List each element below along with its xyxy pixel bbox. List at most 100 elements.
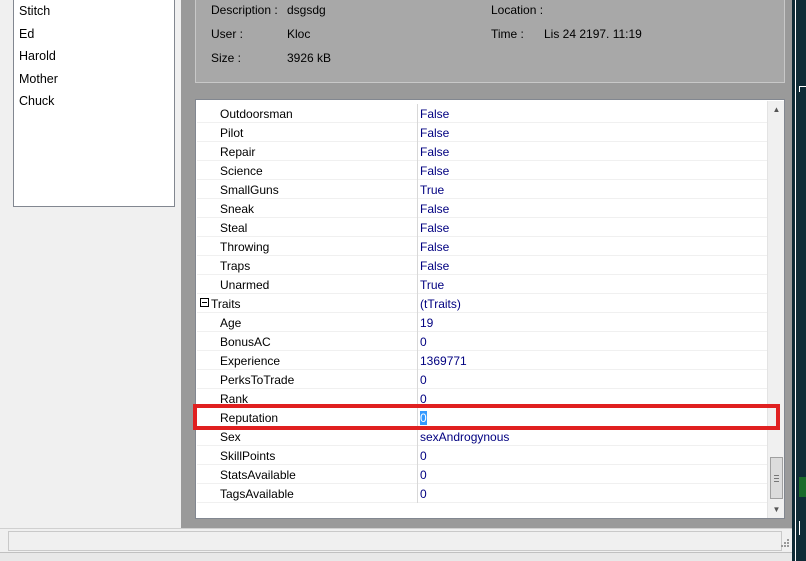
- property-value-text: False: [420, 221, 450, 235]
- property-row[interactable]: SkillPoints 0: [197, 446, 767, 465]
- property-value[interactable]: True: [420, 183, 444, 197]
- property-row[interactable]: Age 19: [197, 313, 767, 332]
- column-separator[interactable]: [417, 237, 418, 256]
- property-row[interactable]: StatsAvailable 0: [197, 465, 767, 484]
- property-value[interactable]: 0: [420, 335, 427, 349]
- property-value[interactable]: False: [420, 240, 449, 254]
- property-row[interactable]: Experience 1369771: [197, 351, 767, 370]
- property-value-text: 0: [420, 335, 427, 349]
- column-separator[interactable]: [417, 351, 418, 370]
- list-item[interactable]: Harold: [14, 45, 174, 68]
- property-name: Pilot: [220, 126, 244, 140]
- column-separator[interactable]: [417, 142, 418, 161]
- property-row[interactable]: Steal False: [197, 218, 767, 237]
- property-row[interactable]: Outdoorsman False: [197, 104, 767, 123]
- column-separator[interactable]: [417, 408, 418, 427]
- property-row[interactable]: PerksToTrade 0: [197, 370, 767, 389]
- property-row[interactable]: Pilot False: [197, 123, 767, 142]
- column-separator[interactable]: [417, 484, 418, 503]
- property-name: Reputation: [220, 411, 279, 425]
- scroll-thumb[interactable]: [770, 457, 783, 499]
- property-name: Steal: [220, 221, 248, 235]
- column-separator[interactable]: [417, 370, 418, 389]
- property-row[interactable]: Repair False: [197, 142, 767, 161]
- property-name: Unarmed: [220, 278, 270, 292]
- save-info-panel: Description : dsgsdg User : Kloc Size : …: [195, 0, 785, 83]
- scroll-down-icon[interactable]: ▼: [768, 501, 785, 518]
- property-row[interactable]: Throwing False: [197, 237, 767, 256]
- column-separator[interactable]: [417, 275, 418, 294]
- property-value[interactable]: False: [420, 221, 449, 235]
- property-value[interactable]: 0: [420, 373, 427, 387]
- property-row[interactable]: Sex sexAndrogynous: [197, 427, 767, 446]
- column-separator[interactable]: [417, 199, 418, 218]
- list-item[interactable]: Chuck: [14, 90, 174, 113]
- property-row[interactable]: TagsAvailable 0: [197, 484, 767, 503]
- column-separator[interactable]: [417, 465, 418, 484]
- property-value[interactable]: False: [420, 259, 449, 273]
- vertical-scrollbar[interactable]: ▲ ▼: [767, 101, 784, 518]
- column-separator[interactable]: [417, 389, 418, 408]
- property-value[interactable]: False: [420, 164, 449, 178]
- property-value[interactable]: True: [420, 278, 444, 292]
- property-value-text: False: [420, 164, 450, 178]
- list-item[interactable]: Mother: [14, 68, 174, 91]
- property-value[interactable]: 0: [420, 487, 427, 501]
- column-separator[interactable]: [417, 446, 418, 465]
- property-row[interactable]: Science False: [197, 161, 767, 180]
- property-row[interactable]: Rank 0: [197, 389, 767, 408]
- property-row[interactable]: Traps False: [197, 256, 767, 275]
- property-row[interactable]: Reputation 0: [197, 408, 767, 427]
- property-value-text: 0: [420, 487, 427, 501]
- column-separator[interactable]: [417, 218, 418, 237]
- saves-list[interactable]: Stitch Ed Harold Mother Chuck: [13, 0, 175, 207]
- property-value[interactable]: 0: [420, 411, 427, 425]
- property-value-text: 0: [420, 392, 427, 406]
- edge-mark: [799, 86, 806, 92]
- edge-divider: [795, 0, 796, 561]
- property-row[interactable]: Unarmed True: [197, 275, 767, 294]
- edge-mark: [799, 477, 806, 497]
- property-value[interactable]: 0: [420, 392, 427, 406]
- property-value[interactable]: (tTraits): [420, 297, 461, 311]
- property-value[interactable]: 1369771: [420, 354, 467, 368]
- grip-line: [774, 481, 779, 482]
- location-label: Location :: [491, 3, 544, 17]
- property-name: Age: [220, 316, 242, 330]
- resize-grip-icon[interactable]: [778, 538, 790, 550]
- property-value[interactable]: 0: [420, 449, 427, 463]
- column-separator[interactable]: [417, 313, 418, 332]
- column-separator[interactable]: [417, 104, 418, 123]
- property-name: Throwing: [220, 240, 270, 254]
- property-value[interactable]: 0: [420, 468, 427, 482]
- property-value[interactable]: 19: [420, 316, 433, 330]
- property-row[interactable]: BonusAC 0: [197, 332, 767, 351]
- property-row[interactable]: SmallGuns True: [197, 180, 767, 199]
- collapse-icon[interactable]: [200, 298, 209, 307]
- property-value[interactable]: False: [420, 126, 449, 140]
- column-separator[interactable]: [417, 294, 418, 313]
- scroll-up-icon[interactable]: ▲: [768, 101, 785, 118]
- window-bottom-edge: [0, 552, 806, 561]
- column-separator[interactable]: [417, 332, 418, 351]
- column-separator[interactable]: [417, 427, 418, 446]
- column-separator[interactable]: [417, 123, 418, 142]
- property-value[interactable]: sexAndrogynous: [420, 430, 509, 444]
- property-value-text: False: [420, 126, 450, 140]
- category-row[interactable]: Traits (tTraits): [197, 294, 767, 313]
- list-item[interactable]: Stitch: [14, 0, 174, 23]
- property-grid-rows: Outdoorsman False Pilot False Repair False Sci…: [197, 101, 767, 509]
- size-label: Size :: [211, 51, 242, 65]
- column-separator[interactable]: [417, 180, 418, 199]
- property-name: Sex: [220, 430, 241, 444]
- property-row[interactable]: Sneak False: [197, 199, 767, 218]
- property-value[interactable]: False: [420, 202, 449, 216]
- column-separator[interactable]: [417, 256, 418, 275]
- property-value-text: False: [420, 202, 450, 216]
- list-item[interactable]: Ed: [14, 23, 174, 46]
- property-value[interactable]: False: [420, 145, 449, 159]
- property-value[interactable]: False: [420, 107, 449, 121]
- column-separator[interactable]: [417, 161, 418, 180]
- property-name: SmallGuns: [220, 183, 279, 197]
- property-grid[interactable]: Outdoorsman False Pilot False Repair False Sci…: [195, 99, 785, 519]
